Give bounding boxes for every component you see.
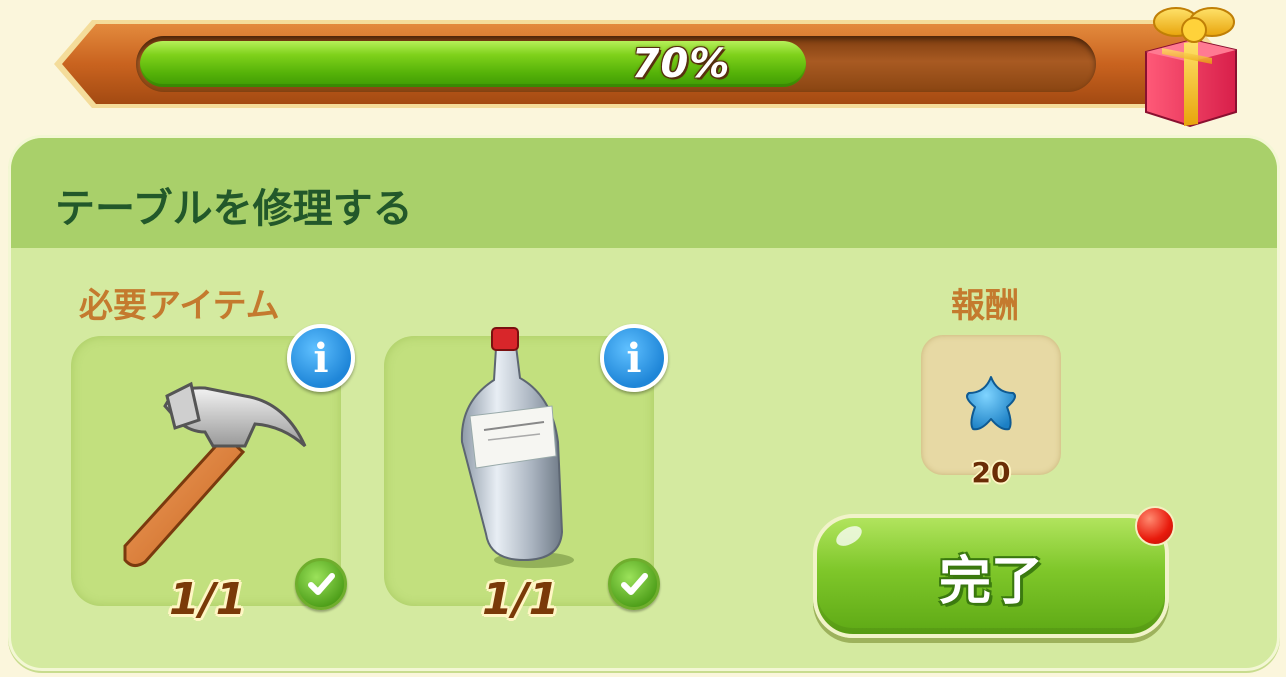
notification-dot — [1135, 506, 1175, 546]
check-icon — [295, 558, 347, 610]
required-items-label: 必要アイテム — [79, 286, 280, 326]
blue-star-icon — [966, 376, 1016, 431]
progress-bar: 70% — [52, 7, 1237, 128]
info-button[interactable]: i — [287, 324, 355, 392]
reward-amount: 20 — [971, 456, 1011, 489]
gift-box-icon[interactable] — [1132, 0, 1244, 128]
required-item-turpentine[interactable]: i 1/1 — [384, 324, 668, 625]
item-count: 1/1 — [169, 574, 247, 625]
reward-card[interactable] — [921, 335, 1061, 475]
required-item-hammer[interactable]: i 1/1 — [71, 324, 355, 625]
complete-button[interactable]: 完了 — [813, 514, 1169, 638]
check-icon — [608, 558, 660, 610]
progress-percent-text: 70% — [631, 41, 731, 87]
reward-label: 報酬 — [951, 286, 1019, 326]
complete-button-label: 完了 — [938, 551, 1043, 612]
item-count: 1/1 — [482, 574, 560, 625]
hammer-icon — [123, 381, 307, 567]
turpentine-bottle-icon — [460, 327, 574, 568]
button-shine — [832, 522, 866, 550]
task-title: テーブルを修理する — [55, 186, 413, 232]
info-button[interactable]: i — [600, 324, 668, 392]
task-panel: テーブルを修理する 必要アイテム 報酬 i 1/1 i 1/1 20 完了 — [8, 135, 1280, 671]
